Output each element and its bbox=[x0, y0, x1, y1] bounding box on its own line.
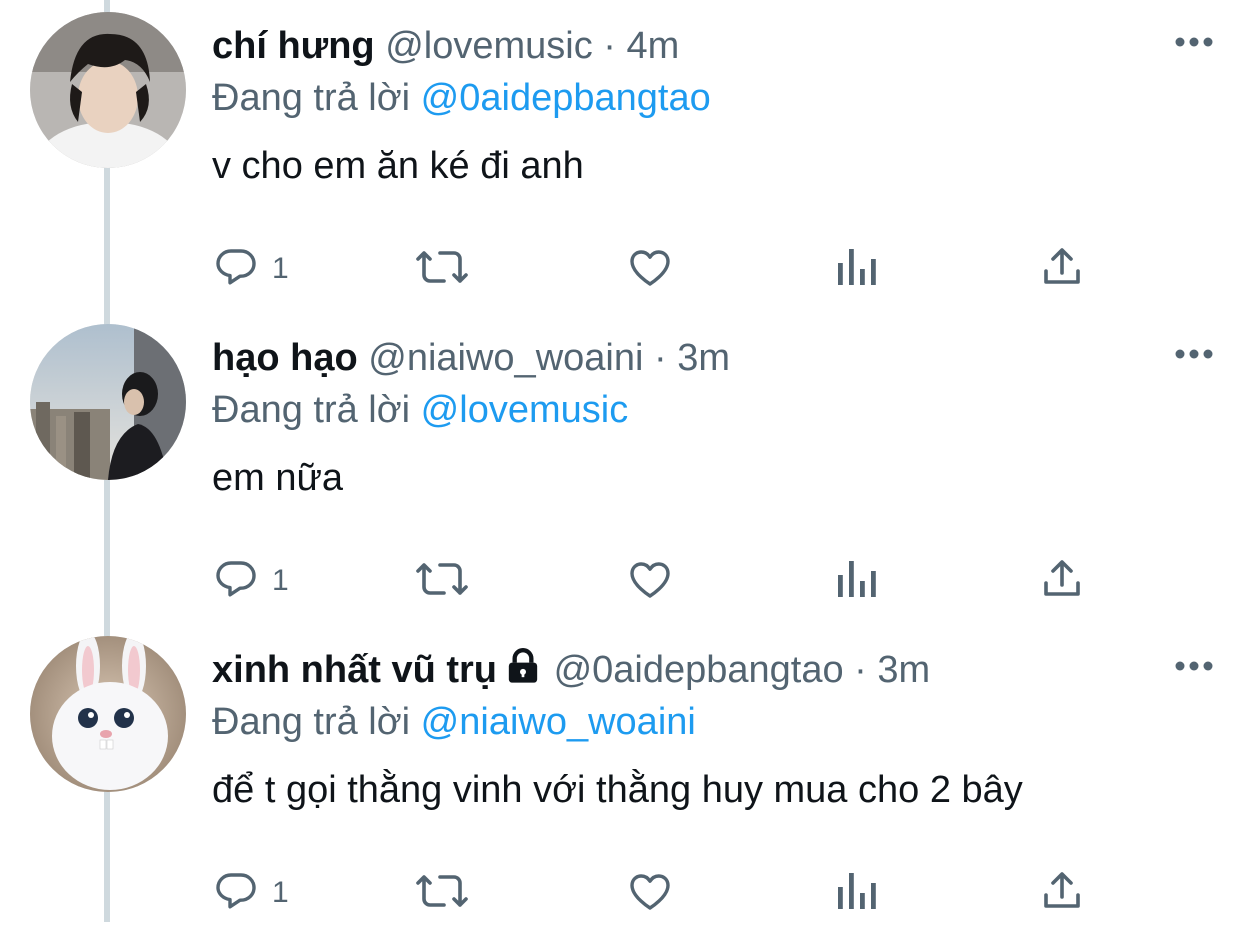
share-button[interactable] bbox=[1038, 868, 1086, 918]
user-handle[interactable]: @lovemusic bbox=[385, 25, 593, 67]
reply-count: 1 bbox=[272, 876, 289, 909]
timestamp[interactable]: 3m bbox=[677, 337, 730, 379]
more-icon[interactable] bbox=[1174, 32, 1214, 52]
replying-to: Đang trả lời @niaiwo_woaini bbox=[212, 698, 696, 746]
display-name[interactable]: chí hưng bbox=[212, 25, 375, 67]
replying-to-handle[interactable]: @0aidepbangtao bbox=[421, 77, 711, 119]
views-button[interactable] bbox=[834, 868, 878, 918]
more-icon[interactable] bbox=[1174, 656, 1214, 676]
tweet-text: v cho em ăn ké đi anh bbox=[212, 145, 584, 187]
replying-to: Đang trả lời @0aidepbangtao bbox=[212, 74, 711, 122]
avatar[interactable] bbox=[30, 12, 186, 168]
like-icon bbox=[626, 243, 674, 296]
replying-to-label: Đang trả lời bbox=[212, 389, 411, 431]
tweet-text: em nữa bbox=[212, 457, 344, 499]
share-icon bbox=[1038, 555, 1086, 608]
retweet-button[interactable] bbox=[414, 868, 470, 918]
lock-icon bbox=[503, 646, 543, 698]
tweet-header: xinh nhất vũ trụ @0aidepbangtao · 3m bbox=[212, 646, 930, 698]
like-button[interactable] bbox=[626, 556, 674, 606]
retweet-button[interactable] bbox=[414, 556, 470, 606]
user-handle[interactable]: @0aidepbangtao bbox=[554, 649, 844, 691]
avatar[interactable] bbox=[30, 324, 186, 480]
share-icon bbox=[1038, 867, 1086, 920]
views-icon bbox=[834, 243, 878, 296]
replying-to-handle[interactable]: @niaiwo_woaini bbox=[421, 701, 696, 743]
separator: · bbox=[653, 337, 667, 379]
avatar[interactable] bbox=[30, 636, 186, 792]
views-button[interactable] bbox=[834, 556, 878, 606]
like-button[interactable] bbox=[626, 244, 674, 294]
reply-count: 1 bbox=[272, 564, 289, 597]
share-icon bbox=[1038, 243, 1086, 296]
reply-button[interactable]: 1 bbox=[212, 556, 289, 606]
like-icon bbox=[626, 867, 674, 920]
user-handle[interactable]: @niaiwo_woaini bbox=[368, 337, 643, 379]
reply-button[interactable]: 1 bbox=[212, 244, 289, 294]
action-bar: 1 bbox=[212, 244, 1112, 294]
tweet[interactable]: chí hưng @lovemusic · 4m Đang trả lời @0… bbox=[0, 12, 1242, 322]
retweet-icon bbox=[414, 243, 470, 296]
views-icon bbox=[834, 867, 878, 920]
tweet[interactable]: hạo hạo @niaiwo_woaini · 3m Đang trả lời… bbox=[0, 324, 1242, 634]
reply-button[interactable]: 1 bbox=[212, 868, 289, 918]
retweet-icon bbox=[414, 555, 470, 608]
retweet-button[interactable] bbox=[414, 244, 470, 294]
separator: · bbox=[603, 25, 616, 67]
display-name[interactable]: xinh nhất vũ trụ bbox=[212, 649, 497, 691]
reply-icon bbox=[212, 555, 260, 608]
action-bar: 1 bbox=[212, 868, 1112, 918]
separator: · bbox=[854, 649, 867, 691]
replying-to-label: Đang trả lời bbox=[212, 701, 411, 743]
views-icon bbox=[834, 555, 878, 608]
tweet[interactable]: xinh nhất vũ trụ @0aidepbangtao · 3m Đan… bbox=[0, 636, 1242, 946]
tweet-text: để t gọi thằng vinh với thằng huy mua ch… bbox=[212, 769, 1023, 811]
timestamp[interactable]: 4m bbox=[626, 25, 679, 67]
timestamp[interactable]: 3m bbox=[877, 649, 930, 691]
replying-to: Đang trả lời @lovemusic bbox=[212, 386, 628, 434]
reply-icon bbox=[212, 867, 260, 920]
display-name[interactable]: hạo hạo bbox=[212, 337, 358, 379]
tweet-header: hạo hạo @niaiwo_woaini · 3m bbox=[212, 334, 730, 382]
replying-to-label: Đang trả lời bbox=[212, 77, 411, 119]
action-bar: 1 bbox=[212, 556, 1112, 606]
share-button[interactable] bbox=[1038, 244, 1086, 294]
share-button[interactable] bbox=[1038, 556, 1086, 606]
like-button[interactable] bbox=[626, 868, 674, 918]
like-icon bbox=[626, 555, 674, 608]
tweet-header: chí hưng @lovemusic · 4m bbox=[212, 22, 679, 70]
retweet-icon bbox=[414, 867, 470, 920]
reply-count: 1 bbox=[272, 252, 289, 285]
views-button[interactable] bbox=[834, 244, 878, 294]
more-icon[interactable] bbox=[1174, 344, 1214, 364]
reply-icon bbox=[212, 243, 260, 296]
replying-to-handle[interactable]: @lovemusic bbox=[421, 389, 629, 431]
